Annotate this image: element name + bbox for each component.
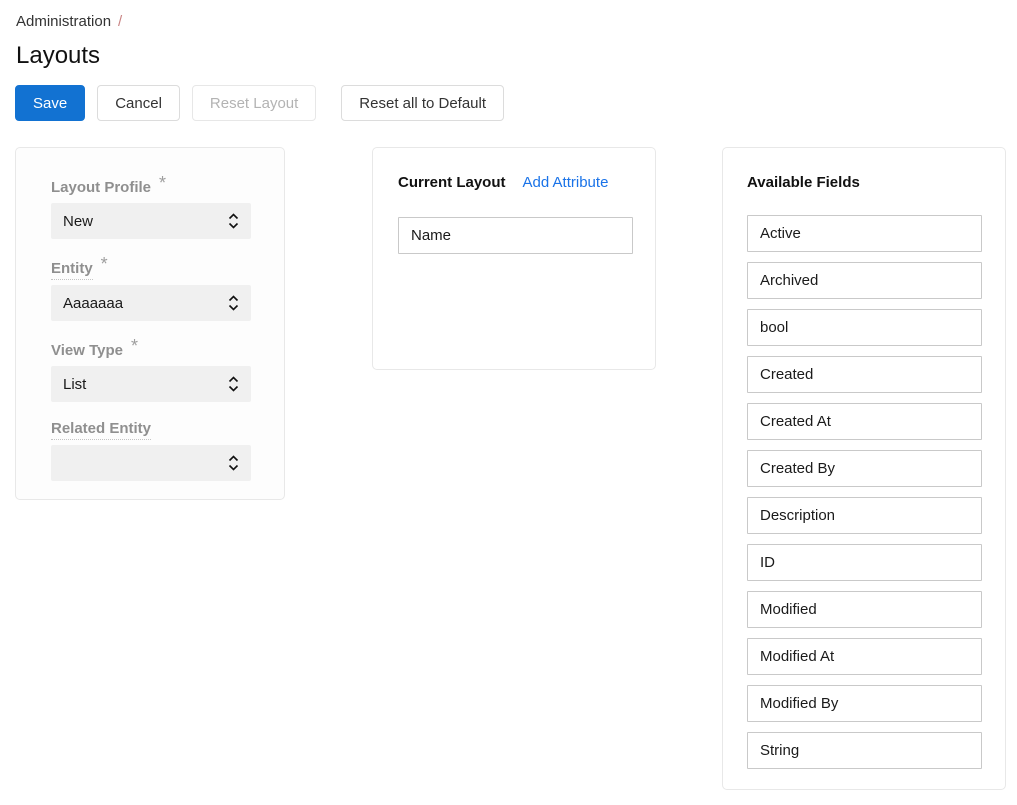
add-attribute-link[interactable]: Add Attribute	[523, 174, 609, 191]
view-type-value: List	[63, 376, 86, 393]
available-fields-header: Available Fields	[747, 174, 981, 191]
save-button[interactable]: Save	[15, 85, 85, 121]
related-entity-select[interactable]	[51, 445, 251, 481]
layout-settings-panel: Layout Profile * New Entity * Aaaaaaa View…	[15, 147, 285, 500]
current-layout-panel: Current Layout Add Attribute Name	[372, 147, 656, 370]
toolbar: Save Cancel Reset Layout Reset all to De…	[15, 85, 516, 121]
required-asterisk: *	[101, 254, 108, 274]
reset-layout-button[interactable]: Reset Layout	[192, 85, 316, 121]
available-field-item[interactable]: Description	[747, 497, 982, 534]
available-field-item[interactable]: Active	[747, 215, 982, 252]
select-chevron-icon	[228, 376, 239, 392]
required-asterisk: *	[131, 336, 138, 356]
page-title: Layouts	[16, 42, 100, 70]
reset-all-to-default-button[interactable]: Reset all to Default	[341, 85, 504, 121]
available-field-item[interactable]: Created At	[747, 403, 982, 440]
breadcrumb-separator: /	[118, 13, 122, 30]
available-field-item[interactable]: Archived	[747, 262, 982, 299]
available-field-item[interactable]: bool	[747, 309, 982, 346]
layout-profile-label: Layout Profile	[51, 179, 151, 196]
layout-profile-value: New	[63, 213, 93, 230]
view-type-select[interactable]: List	[51, 366, 251, 402]
available-field-item[interactable]: Modified At	[747, 638, 982, 675]
available-field-item[interactable]: Modified By	[747, 685, 982, 722]
related-entity-label: Related Entity	[51, 420, 151, 440]
select-chevron-icon	[228, 213, 239, 229]
available-field-item[interactable]: Modified	[747, 591, 982, 628]
entity-select[interactable]: Aaaaaaa	[51, 285, 251, 321]
current-layout-header: Current Layout Add Attribute	[398, 174, 630, 191]
breadcrumb-administration[interactable]: Administration	[16, 13, 111, 30]
cancel-button[interactable]: Cancel	[97, 85, 180, 121]
form-group-view-type: View Type * List	[51, 339, 249, 402]
available-fields-title: Available Fields	[747, 174, 860, 191]
layout-profile-select[interactable]: New	[51, 203, 251, 239]
select-chevron-icon	[228, 295, 239, 311]
entity-value: Aaaaaaa	[63, 295, 123, 312]
current-layout-item[interactable]: Name	[398, 217, 633, 254]
available-fields-panel: Available Fields Active Archived bool Cr…	[722, 147, 1006, 790]
available-field-item[interactable]: Created	[747, 356, 982, 393]
form-group-entity: Entity * Aaaaaaa	[51, 257, 249, 321]
view-type-label: View Type	[51, 342, 123, 359]
required-asterisk: *	[159, 173, 166, 193]
breadcrumb: Administration /	[16, 13, 122, 30]
available-field-item[interactable]: ID	[747, 544, 982, 581]
form-group-related-entity: Related Entity	[51, 420, 249, 481]
current-layout-title: Current Layout	[398, 174, 506, 191]
form-group-layout-profile: Layout Profile * New	[51, 176, 249, 239]
available-field-item[interactable]: Created By	[747, 450, 982, 487]
select-chevron-icon	[228, 455, 239, 471]
entity-label: Entity	[51, 260, 93, 280]
available-field-item[interactable]: String	[747, 732, 982, 769]
